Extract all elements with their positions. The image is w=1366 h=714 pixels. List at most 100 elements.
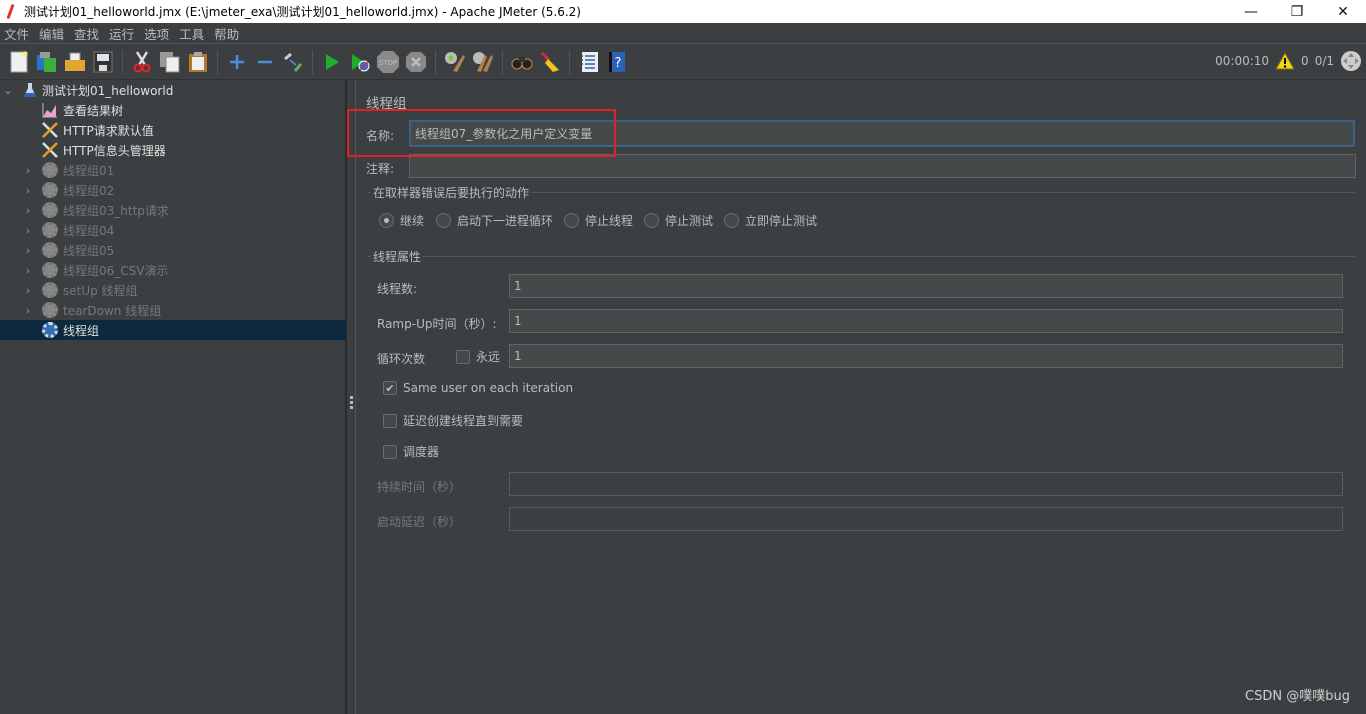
- rampup-input[interactable]: 1: [509, 309, 1343, 333]
- collapse-all-button[interactable]: [252, 49, 278, 75]
- remote-status-icon[interactable]: [1340, 50, 1362, 72]
- toolbar-separator: [122, 50, 123, 74]
- radio-button[interactable]: [644, 213, 659, 228]
- jmeter-feather-icon: [4, 4, 18, 20]
- tree-item[interactable]: › 线程组06_CSV演示: [0, 260, 346, 280]
- menu-options[interactable]: 选项: [140, 24, 175, 43]
- radio-stop-test[interactable]: 停止测试: [644, 212, 713, 229]
- tree-item-label: 线程组06_CSV演示: [63, 263, 169, 278]
- shutdown-button[interactable]: [403, 49, 429, 75]
- save-button[interactable]: [90, 49, 116, 75]
- radio-stop-test-now[interactable]: 立即停止测试: [724, 212, 817, 229]
- menu-tools[interactable]: 工具: [175, 24, 210, 43]
- clear-button[interactable]: [442, 49, 468, 75]
- radio-continue[interactable]: 继续: [379, 212, 424, 229]
- tree-item[interactable]: HTTP信息头管理器: [0, 140, 346, 160]
- cut-button[interactable]: [129, 49, 155, 75]
- test-plan-flask-icon: [21, 81, 39, 99]
- stop-button[interactable]: STOP: [375, 49, 401, 75]
- chevron-right-icon[interactable]: ›: [23, 204, 33, 217]
- menu-edit[interactable]: 编辑: [35, 24, 70, 43]
- tree-root[interactable]: ⌄ 测试计划01_helloworld: [0, 80, 346, 100]
- start-no-pauses-button[interactable]: [347, 49, 373, 75]
- minimize-button[interactable]: —: [1228, 0, 1274, 23]
- paste-button[interactable]: [185, 49, 211, 75]
- function-helper-button[interactable]: [576, 49, 602, 75]
- gear-icon: [41, 301, 59, 319]
- toggle-button[interactable]: [280, 49, 306, 75]
- chevron-right-icon[interactable]: ›: [23, 304, 33, 317]
- checkbox[interactable]: [383, 444, 397, 459]
- checkbox[interactable]: [383, 413, 397, 428]
- split-pane-divider[interactable]: [346, 80, 356, 714]
- window-title: 测试计划01_helloworld.jmx (E:\jmeter_exa\测试计…: [24, 5, 581, 19]
- copy-button[interactable]: [157, 49, 183, 75]
- radio-start-next-loop[interactable]: 启动下一进程循环: [436, 212, 553, 229]
- radio-stop-thread[interactable]: 停止线程: [564, 212, 633, 229]
- forever-checkbox[interactable]: 永远: [456, 348, 500, 365]
- chevron-right-icon[interactable]: ›: [23, 164, 33, 177]
- tree-item[interactable]: › tearDown 线程组: [0, 300, 346, 320]
- tree-item[interactable]: › setUp 线程组: [0, 280, 346, 300]
- tree-item[interactable]: › 线程组02: [0, 180, 346, 200]
- tree-item[interactable]: 查看结果树: [0, 100, 346, 120]
- tree-item-label: tearDown 线程组: [63, 303, 162, 318]
- toolbar-separator: [502, 50, 503, 74]
- shutdown-icon: [406, 52, 426, 72]
- tree-item[interactable]: › 线程组03_http请求: [0, 200, 346, 220]
- thread-props-title: 线程属性: [371, 248, 424, 265]
- loop-count-input[interactable]: 1: [509, 344, 1343, 368]
- tree-item[interactable]: › 线程组05: [0, 240, 346, 260]
- same-user-checkbox[interactable]: ✔ Same user on each iteration: [383, 381, 573, 395]
- reset-search-button[interactable]: [537, 49, 563, 75]
- comment-input[interactable]: [409, 154, 1356, 178]
- search-button[interactable]: [509, 49, 535, 75]
- tree-item-selected[interactable]: 线程组: [0, 320, 346, 340]
- radio-button[interactable]: [564, 213, 579, 228]
- tree-item-label: setUp 线程组: [63, 283, 138, 298]
- menu-run[interactable]: 运行: [105, 24, 140, 43]
- chevron-right-icon[interactable]: ›: [23, 184, 33, 197]
- gear-icon: [41, 261, 59, 279]
- radio-button[interactable]: [724, 213, 739, 228]
- clear-all-button[interactable]: [470, 49, 496, 75]
- start-button[interactable]: [319, 49, 345, 75]
- warning-icon[interactable]: [1275, 52, 1295, 70]
- new-button[interactable]: [6, 49, 32, 75]
- radio-button[interactable]: [379, 213, 394, 228]
- scheduler-checkbox[interactable]: 调度器: [383, 443, 439, 460]
- delay-thread-creation-checkbox[interactable]: 延迟创建线程直到需要: [383, 412, 523, 429]
- menu-search[interactable]: 查找: [70, 24, 105, 43]
- menu-file[interactable]: 文件: [0, 24, 35, 43]
- chevron-right-icon[interactable]: ›: [23, 224, 33, 237]
- tree-item[interactable]: › 线程组04: [0, 220, 346, 240]
- templates-button[interactable]: [34, 49, 60, 75]
- tree-item[interactable]: HTTP请求默认值: [0, 120, 346, 140]
- help-button[interactable]: ?: [604, 49, 630, 75]
- chevron-down-icon[interactable]: ⌄: [3, 84, 13, 97]
- menu-help[interactable]: 帮助: [210, 24, 245, 43]
- duration-input[interactable]: [509, 472, 1343, 496]
- open-button[interactable]: [62, 49, 88, 75]
- toolbar-separator: [435, 50, 436, 74]
- startup-delay-input[interactable]: [509, 507, 1343, 531]
- expand-all-button[interactable]: [224, 49, 250, 75]
- restore-button[interactable]: ❐: [1274, 0, 1320, 23]
- status-area: 00:00:10 0 0/1: [1215, 50, 1362, 72]
- help-icon: ?: [609, 52, 625, 72]
- checkbox[interactable]: [456, 349, 470, 364]
- checkmark-icon[interactable]: ✔: [383, 381, 397, 395]
- tree-item[interactable]: › 线程组01: [0, 160, 346, 180]
- gear-icon: [41, 221, 59, 239]
- chevron-right-icon[interactable]: ›: [23, 264, 33, 277]
- chevron-right-icon[interactable]: ›: [23, 284, 33, 297]
- radio-button[interactable]: [436, 213, 451, 228]
- chevron-right-icon[interactable]: ›: [23, 244, 33, 257]
- error-count: 0: [1301, 54, 1309, 68]
- name-input[interactable]: 线程组07_参数化之用户定义变量: [409, 120, 1355, 147]
- threads-label: 线程数:: [377, 282, 418, 296]
- threads-input[interactable]: 1: [509, 274, 1343, 298]
- close-button[interactable]: ✕: [1320, 0, 1366, 23]
- collapse-all-icon: [258, 60, 272, 64]
- clear-icon: [445, 52, 465, 72]
